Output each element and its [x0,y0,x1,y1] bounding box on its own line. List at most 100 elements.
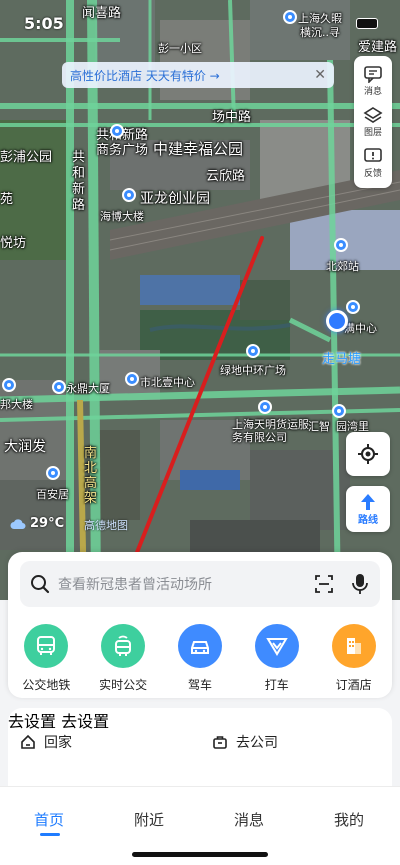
quick-hotel[interactable]: 订酒店 [320,624,388,693]
map-label: 亚龙创业园 [140,191,210,207]
go-home-shortcut[interactable]: 回家 [20,732,72,752]
tab-messages[interactable]: 消息 [234,809,264,830]
map-label: 邦大楼 [0,398,33,411]
cloud-icon [10,518,26,529]
map-label: 共和新路 [72,150,86,213]
shortcut-places: 回家 去设置 去公司 去设置 [8,708,392,786]
scan-icon[interactable] [314,574,334,594]
map-label: 南北高架 [84,446,98,506]
quick-label: 驾车 [187,678,212,692]
route-button[interactable]: 路线 [346,486,390,532]
tool-label: 消息 [363,86,382,97]
poi-marker[interactable] [334,238,348,252]
home-icon [21,734,35,749]
quick-realtime-bus[interactable]: 实时公交 [89,624,157,693]
search-icon [31,575,50,594]
map-label: 永鼎大厦 [66,382,110,395]
car-icon [177,624,222,668]
locate-button[interactable] [346,432,390,476]
map-label: 横沉..寻 [300,26,340,39]
map-label: 悦坊 [0,236,27,251]
quick-label: 实时公交 [99,678,148,692]
realtime-bus-icon [101,624,146,668]
map-label: 满中心 [344,322,377,335]
tool-feedback[interactable]: 反馈 [363,147,383,179]
crosshair-icon [358,444,378,464]
poi-marker[interactable] [110,124,124,138]
map-label: 上海天明货运服务有限公司 [232,418,309,444]
taxi-icon [254,624,299,668]
poi-marker[interactable] [346,300,360,314]
tool-layers[interactable]: 图层 [363,106,383,138]
poi-marker[interactable] [52,380,66,394]
map-tools-panel: 消息 图层 反馈 [354,56,392,188]
status-time: 5:05 [24,14,64,33]
company-setup-link[interactable]: 去设置 [61,712,109,731]
promo-text: 高性价比酒店 天天有特价 → [70,68,220,83]
message-icon [364,65,382,83]
tab-home[interactable]: 首页 [34,809,64,830]
map-label: 海博大楼 [100,210,144,223]
poi-marker[interactable] [246,344,260,358]
layers-icon [363,107,383,123]
poi-marker[interactable] [125,372,139,386]
company-label: 去公司 [236,735,278,751]
search-card: 查看新冠患者曾活动场所 公交地铁 实时公交 驾车 打车 订酒店 [8,552,392,698]
map-label: 闻喜路 [82,6,122,21]
map-label: 市北壹中心 [140,376,195,389]
poi-marker[interactable] [283,10,297,24]
map-view[interactable]: 5:05 闻喜路 上海久暇 横沉..寻 彭一小区 爱建路 场中路 共和新路商务广… [0,0,400,600]
quick-label: 订酒店 [335,678,372,692]
search-placeholder: 查看新冠患者曾活动场所 [58,577,212,593]
tool-label: 图层 [363,127,382,138]
quick-taxi[interactable]: 打车 [243,624,311,693]
home-indicator [132,852,268,857]
map-label: 彭浦公园 [0,150,53,165]
home-setup-link[interactable]: 去设置 [8,712,56,731]
satellite-map [0,0,400,600]
map-label: 百安居 [36,488,69,501]
active-tab-indicator [40,833,60,836]
poi-marker[interactable] [122,188,136,202]
poi-marker[interactable] [46,466,60,480]
map-label: 走马塘 [322,352,362,367]
quick-actions: 公交地铁 实时公交 驾车 打车 订酒店 [8,624,392,693]
quick-label: 打车 [264,678,289,692]
map-label: 汇智 [308,420,330,433]
battery-icon [356,18,378,29]
quick-label: 公交地铁 [22,678,71,692]
map-label: 云欣路 [206,169,246,184]
hotel-promo-banner[interactable]: 高性价比酒店 天天有特价 → ✕ [62,62,334,88]
map-label: 绿地中环广场 [220,364,286,377]
search-bar[interactable]: 查看新冠患者曾活动场所 [20,561,380,607]
tab-nearby[interactable]: 附近 [134,809,164,830]
map-label: 场中路 [212,110,252,125]
current-location-icon [326,310,348,332]
quick-bus-metro[interactable]: 公交地铁 [12,624,80,693]
feedback-icon [364,148,382,163]
route-arrow-icon [361,493,375,510]
map-label: 爱建路 [358,40,398,55]
map-label: 北郊站 [326,260,359,273]
map-label: 中建幸福公园 [153,140,244,158]
weather-widget[interactable]: 29°C [10,516,64,531]
amap-logo: 高德地图 [84,519,128,532]
map-label: 大润发 [4,439,46,455]
poi-marker[interactable] [332,404,346,418]
quick-drive[interactable]: 驾车 [166,624,234,693]
close-icon[interactable]: ✕ [314,67,326,83]
bus-icon [24,624,69,668]
go-company-shortcut[interactable]: 去公司 [212,732,278,752]
route-label: 路线 [358,514,378,526]
tool-label: 反馈 [363,169,382,180]
map-label: 苑 [0,192,14,207]
briefcase-icon [213,736,227,749]
hotel-icon [331,624,376,668]
map-label: 彭一小区 [158,42,202,55]
microphone-icon[interactable] [350,573,370,595]
poi-marker[interactable] [258,400,272,414]
tool-message[interactable]: 消息 [363,65,383,97]
tab-me[interactable]: 我的 [334,809,364,830]
temperature: 29°C [30,516,65,531]
poi-marker[interactable] [2,378,16,392]
